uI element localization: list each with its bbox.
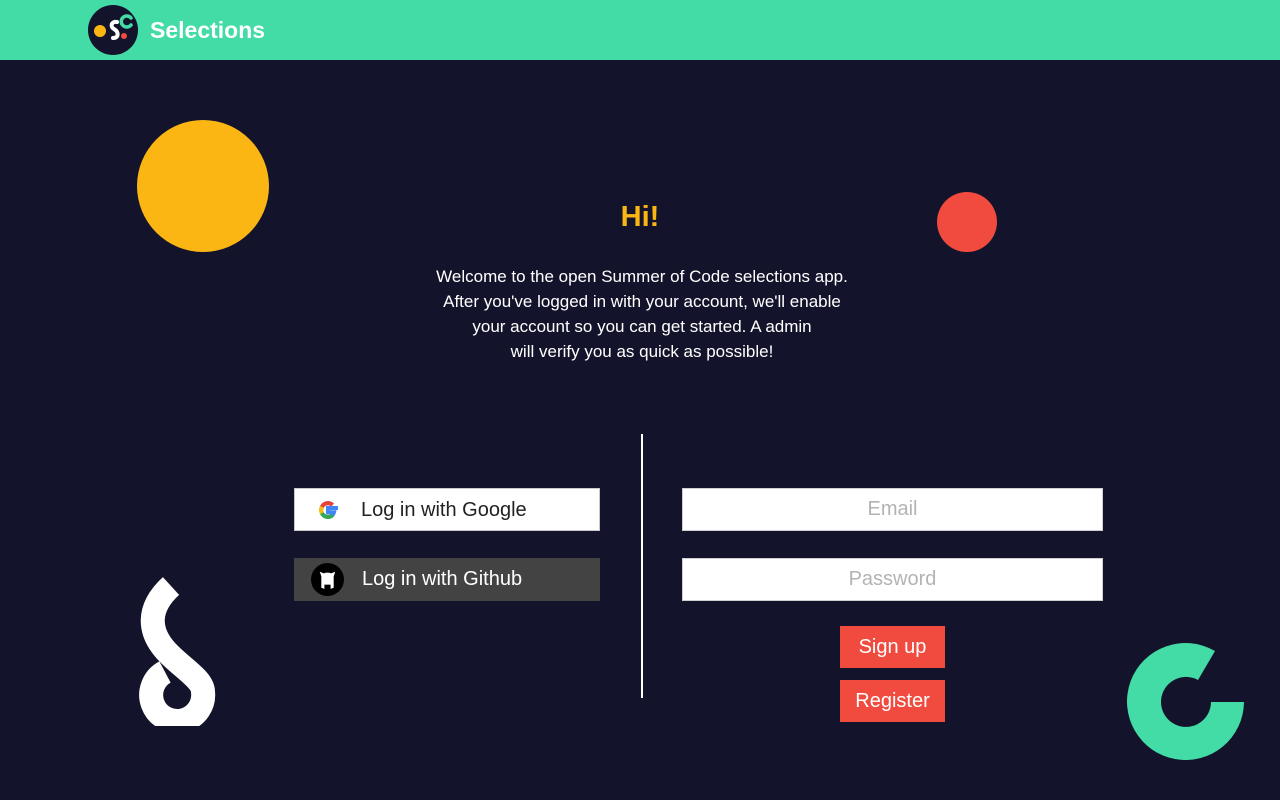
c-letter-decoration <box>1127 643 1244 760</box>
sign-up-button[interactable]: Sign up <box>840 626 945 668</box>
password-field[interactable] <box>682 558 1103 601</box>
github-login-button[interactable]: Log in with Github <box>294 558 600 601</box>
register-button[interactable]: Register <box>840 680 945 722</box>
email-field[interactable] <box>682 488 1103 531</box>
intro-line: After you've logged in with your account… <box>443 292 841 311</box>
google-login-label: Log in with Google <box>361 499 527 521</box>
google-icon <box>313 495 343 525</box>
top-bar: Selections <box>0 0 1280 60</box>
intro-line: will verify you as quick as possible! <box>510 342 774 361</box>
intro-line: your account so you can get started. A a… <box>472 317 812 336</box>
google-login-button[interactable]: Log in with Google <box>294 488 600 531</box>
yellow-circle-decoration <box>137 120 269 252</box>
welcome-heading: Hi! <box>620 201 660 233</box>
intro-line: Welcome to the open Summer of Code selec… <box>436 267 848 286</box>
github-icon <box>311 563 344 596</box>
app-title: Selections <box>150 17 266 43</box>
welcome-intro: Welcome to the open Summer of Code selec… <box>400 264 884 364</box>
red-circle-decoration <box>937 192 997 252</box>
osc-logo-icon[interactable] <box>88 5 138 55</box>
s-letter-decoration <box>139 577 216 726</box>
vertical-divider <box>641 434 643 698</box>
github-login-label: Log in with Github <box>362 568 523 590</box>
